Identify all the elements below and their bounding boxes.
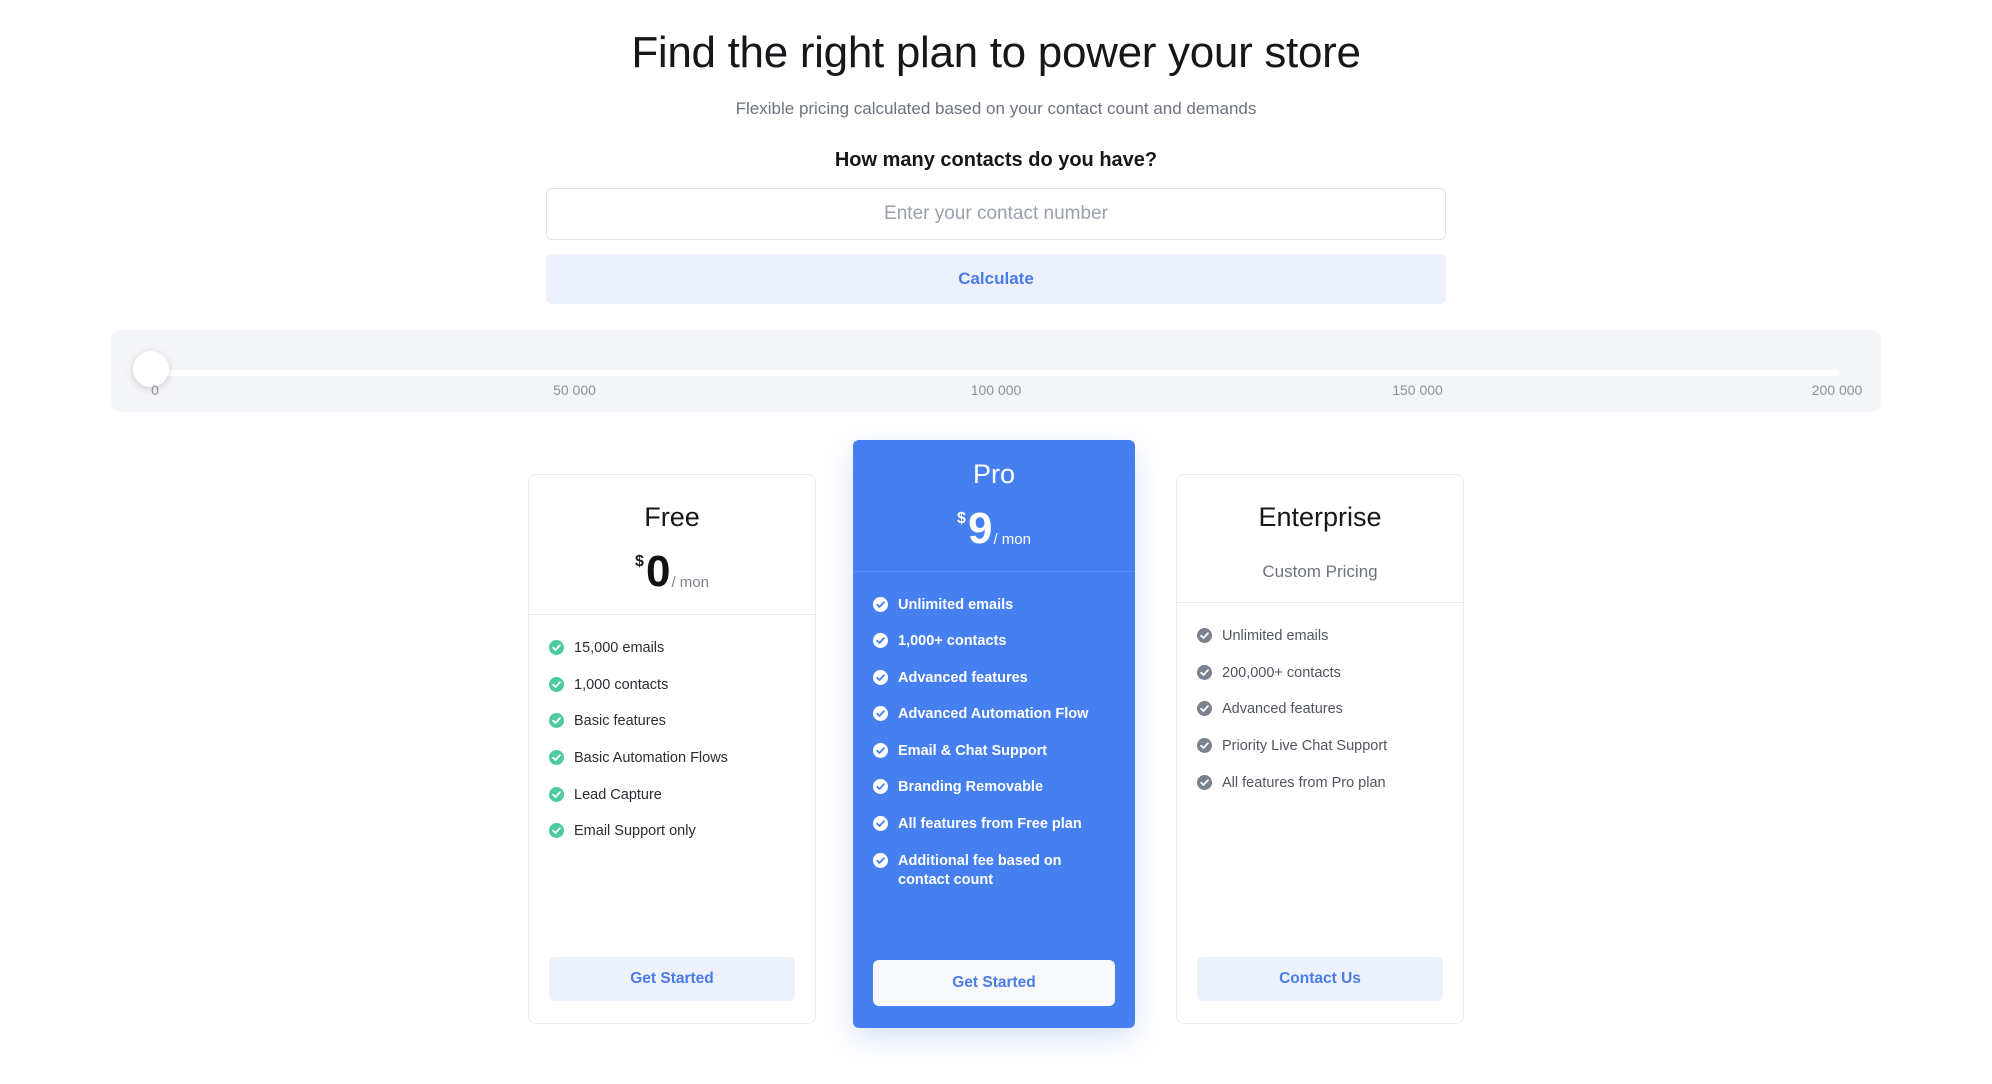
feature-label: Branding Removable xyxy=(898,779,1044,796)
check-circle-icon xyxy=(873,779,888,795)
feature-item: Advanced Automation Flow xyxy=(873,705,1115,725)
plan-name: Free xyxy=(644,501,700,532)
feature-label: 200,000+ contacts xyxy=(1222,664,1341,681)
calculate-button[interactable]: Calculate xyxy=(546,253,1446,304)
slider-tick-label: 200 000 xyxy=(1811,381,1863,398)
feature-item: 1,000 contacts xyxy=(549,676,795,696)
slider-tick-label: 150 000 xyxy=(1392,381,1443,398)
slider-tick-label: 0 xyxy=(151,381,159,398)
feature-item: Lead Capture xyxy=(549,786,795,806)
feature-item: Basic Automation Flows xyxy=(549,749,795,769)
slider-track[interactable] xyxy=(153,369,1839,376)
contact-number-input[interactable] xyxy=(546,187,1446,240)
plan-price: $ 9 / mon xyxy=(853,507,1135,551)
page-subtitle: Flexible pricing calculated based on you… xyxy=(735,98,1257,118)
check-circle-icon xyxy=(873,706,888,722)
contact-range-slider[interactable]: 0 50 000 100 000 150 000 200 000 xyxy=(111,329,1881,412)
pricing-plans: Free $ 0 / mon 15,000 emails 1,000 contac… xyxy=(111,439,1881,1040)
plan-price: $ 0 / mon xyxy=(529,550,815,594)
feature-item: Basic features xyxy=(549,712,795,732)
slider-tick-label: 100 000 xyxy=(970,381,1022,398)
calculator-question: How many contacts do you have? xyxy=(834,148,1158,171)
plan-name: Enterprise xyxy=(1258,501,1382,532)
check-circle-icon xyxy=(873,742,888,758)
page-title: Find the right plan to power your store xyxy=(631,28,1361,77)
price-amount: 9 xyxy=(967,504,993,554)
feature-item: Unlimited emails xyxy=(873,596,1115,616)
check-circle-icon xyxy=(1197,774,1212,790)
check-circle-icon xyxy=(873,815,888,831)
feature-label: 15,000 emails xyxy=(574,640,665,657)
feature-item: Email & Chat Support xyxy=(873,742,1115,762)
slider-tick-labels: 0 50 000 100 000 150 000 200 000 xyxy=(111,382,1881,406)
feature-item: Priority Live Chat Support xyxy=(1197,737,1443,757)
feature-label: Basic features xyxy=(574,713,666,730)
feature-item: All features from Free plan xyxy=(873,815,1115,835)
feature-label: Additional fee based on contact count xyxy=(898,852,1062,889)
plan-card-enterprise: Enterprise Custom Pricing Unlimited emai… xyxy=(1176,473,1464,1024)
feature-item: Advanced features xyxy=(873,669,1115,689)
price-amount: 0 xyxy=(645,547,671,597)
feature-label: Email Support only xyxy=(574,823,696,840)
plan-card-pro: Pro $ 9 / mon Unlimited emails 1,000+ con… xyxy=(853,439,1135,1028)
check-circle-icon xyxy=(1197,701,1212,717)
price-period: / mon xyxy=(993,531,1031,549)
contact-calculator: How many contacts do you have? Calculate xyxy=(546,149,1446,304)
feature-item: 15,000 emails xyxy=(549,639,795,659)
feature-label: 1,000+ contacts xyxy=(898,633,1007,650)
price-period: / mon xyxy=(671,574,709,592)
check-circle-icon xyxy=(549,823,564,839)
feature-label: Priority Live Chat Support xyxy=(1222,737,1388,754)
feature-item: Unlimited emails xyxy=(1197,627,1443,647)
feature-label: All features from Free plan xyxy=(898,815,1082,832)
check-circle-icon xyxy=(1197,628,1212,644)
plan-feature-list: Unlimited emails 1,000+ contacts Advanced … xyxy=(853,572,1135,960)
plan-name: Pro xyxy=(972,458,1016,489)
check-circle-icon xyxy=(873,596,888,612)
contact-us-button[interactable]: Contact Us xyxy=(1197,956,1443,1001)
slider-tick-label: 50 000 xyxy=(553,381,596,398)
plan-footer: Get Started xyxy=(853,959,1135,1028)
plan-card-free: Free $ 0 / mon 15,000 emails 1,000 contac… xyxy=(528,473,816,1024)
plan-header: Enterprise Custom Pricing xyxy=(1177,475,1463,604)
plan-header: Pro $ 9 / mon xyxy=(853,440,1135,572)
check-circle-icon xyxy=(873,852,888,868)
check-circle-icon xyxy=(873,633,888,649)
feature-label: Unlimited emails xyxy=(1222,628,1329,645)
plan-feature-list: Unlimited emails 200,000+ contacts Advance… xyxy=(1177,603,1463,956)
get-started-button-free[interactable]: Get Started xyxy=(549,956,795,1001)
plan-header: Free $ 0 / mon xyxy=(529,475,815,616)
feature-label: Advanced features xyxy=(898,669,1028,686)
custom-pricing-label: Custom Pricing xyxy=(1262,562,1378,582)
feature-item: Additional fee based on contact count xyxy=(873,852,1115,891)
check-circle-icon xyxy=(549,713,564,729)
feature-item: Advanced features xyxy=(1197,700,1443,720)
feature-label: 1,000 contacts xyxy=(574,676,669,693)
check-circle-icon xyxy=(549,676,564,692)
feature-label: Basic Automation Flows xyxy=(574,749,728,766)
plan-footer: Contact Us xyxy=(1177,956,1463,1023)
feature-item: Email Support only xyxy=(549,822,795,842)
check-circle-icon xyxy=(1197,737,1212,753)
check-circle-icon xyxy=(549,786,564,802)
price-currency: $ xyxy=(957,510,966,528)
plan-feature-list: 15,000 emails 1,000 contacts Basic feature… xyxy=(529,615,815,956)
feature-item: 200,000+ contacts xyxy=(1197,664,1443,684)
feature-item: All features from Pro plan xyxy=(1197,774,1443,794)
feature-item: 1,000+ contacts xyxy=(873,632,1115,652)
plan-footer: Get Started xyxy=(529,956,815,1023)
feature-label: Unlimited emails xyxy=(898,596,1014,613)
feature-label: Lead Capture xyxy=(574,786,662,803)
check-circle-icon xyxy=(873,669,888,685)
check-circle-icon xyxy=(1197,664,1212,680)
feature-label: Email & Chat Support xyxy=(898,742,1048,759)
price-currency: $ xyxy=(635,553,644,571)
feature-item: Branding Removable xyxy=(873,778,1115,798)
feature-label: Advanced Automation Flow xyxy=(898,706,1089,723)
feature-label: Advanced features xyxy=(1222,701,1343,718)
check-circle-icon xyxy=(549,640,564,656)
feature-label: All features from Pro plan xyxy=(1222,774,1386,791)
get-started-button-pro[interactable]: Get Started xyxy=(873,959,1115,1006)
check-circle-icon xyxy=(549,749,564,765)
